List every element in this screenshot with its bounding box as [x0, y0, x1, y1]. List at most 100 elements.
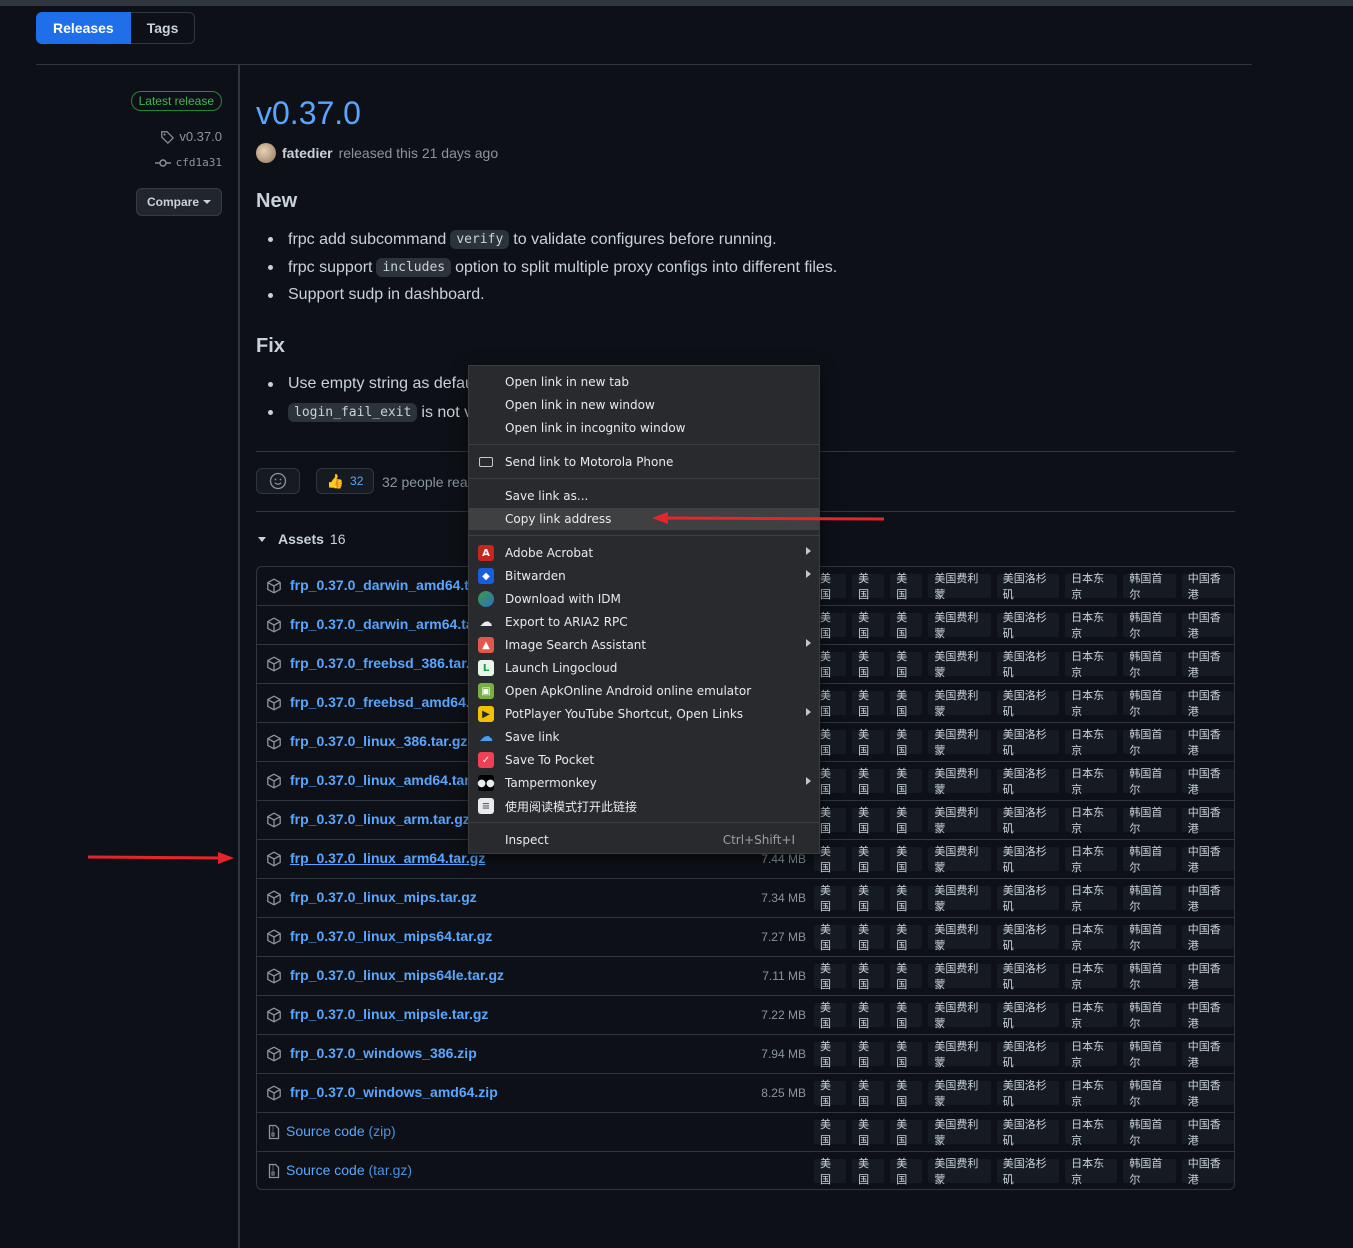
menu-download-idm[interactable]: Download with IDM	[469, 588, 819, 610]
mirror-link[interactable]: 美国费利蒙	[928, 963, 991, 991]
menu-inspect[interactable]: Inspect Ctrl+Shift+I	[469, 829, 819, 851]
mirror-link[interactable]: 美国	[890, 807, 923, 835]
mirror-link[interactable]: 美国	[852, 924, 885, 952]
mirror-link[interactable]: 美国费利蒙	[928, 1119, 991, 1147]
mirror-link[interactable]: 韩国首尔	[1123, 729, 1176, 757]
mirror-link[interactable]: 日本东京	[1065, 1041, 1118, 1069]
mirror-link[interactable]: 韩国首尔	[1123, 846, 1176, 874]
mirror-link[interactable]: 美国	[852, 1119, 885, 1147]
mirror-link[interactable]: 美国费利蒙	[928, 651, 991, 679]
mirror-link[interactable]: 日本东京	[1065, 1080, 1118, 1108]
mirror-link[interactable]: 美国	[852, 729, 885, 757]
mirror-link[interactable]: 韩国首尔	[1123, 885, 1176, 913]
mirror-link[interactable]: 中国香港	[1181, 768, 1234, 796]
menu-reader-mode[interactable]: ≡ 使用阅读模式打开此链接	[469, 795, 819, 817]
mirror-link[interactable]: 美国	[890, 846, 923, 874]
mirror-link[interactable]: 美国	[852, 1002, 885, 1030]
mirror-link[interactable]: 韩国首尔	[1123, 690, 1176, 718]
mirror-link[interactable]: 日本东京	[1065, 768, 1118, 796]
asset-link[interactable]: frp_0.37.0_linux_mips.tar.gz	[290, 889, 477, 905]
menu-export-aria2[interactable]: ☁ Export to ARIA2 RPC	[469, 611, 819, 633]
menu-save-to-pocket[interactable]: ✓ Save To Pocket	[469, 749, 819, 771]
mirror-link[interactable]: 美国	[890, 885, 923, 913]
mirror-link[interactable]: 美国	[890, 963, 923, 991]
mirror-link[interactable]: 中国香港	[1181, 963, 1234, 991]
mirror-link[interactable]: 中国香港	[1181, 573, 1234, 601]
avatar[interactable]	[256, 143, 276, 163]
mirror-link[interactable]: 美国	[890, 612, 923, 640]
menu-open-new-window[interactable]: Open link in new window	[469, 394, 819, 416]
menu-lingocloud[interactable]: L Launch Lingocloud	[469, 657, 819, 679]
asset-link[interactable]: frp_0.37.0_linux_arm.tar.gz	[290, 811, 470, 827]
mirror-link[interactable]: 美国	[852, 885, 885, 913]
mirror-link[interactable]: 日本东京	[1065, 807, 1118, 835]
mirror-link[interactable]: 美国费利蒙	[928, 573, 991, 601]
asset-link[interactable]: frp_0.37.0_darwin_arm64.tar	[290, 616, 479, 632]
menu-save-link[interactable]: ☁ Save link	[469, 726, 819, 748]
mirror-link[interactable]: 美国	[814, 1041, 847, 1069]
mirror-link[interactable]: 日本东京	[1065, 651, 1118, 679]
menu-tampermonkey[interactable]: ●● Tampermonkey	[469, 772, 819, 794]
mirror-link[interactable]: 美国费利蒙	[928, 1080, 991, 1108]
mirror-link[interactable]: 美国费利蒙	[928, 612, 991, 640]
mirror-link[interactable]: 韩国首尔	[1123, 807, 1176, 835]
mirror-link[interactable]: 美国洛杉矶	[996, 729, 1060, 757]
menu-send-to-phone[interactable]: Send link to Motorola Phone	[469, 451, 819, 473]
add-reaction-button[interactable]	[256, 468, 300, 494]
asset-link[interactable]: frp_0.37.0_freebsd_amd64.ta	[290, 694, 482, 710]
mirror-link[interactable]: 美国洛杉矶	[996, 690, 1060, 718]
mirror-link[interactable]: 美国	[814, 1158, 847, 1186]
mirror-link[interactable]: 中国香港	[1181, 1158, 1234, 1186]
menu-save-link-as[interactable]: Save link as...	[469, 485, 819, 507]
mirror-link[interactable]: 日本东京	[1065, 1158, 1118, 1186]
mirror-link[interactable]: 美国	[852, 573, 885, 601]
mirror-link[interactable]: 美国	[852, 846, 885, 874]
mirror-link[interactable]: 日本东京	[1065, 612, 1118, 640]
mirror-link[interactable]: 韩国首尔	[1123, 963, 1176, 991]
mirror-link[interactable]: 韩国首尔	[1123, 1158, 1176, 1186]
mirror-link[interactable]: 美国	[890, 1041, 923, 1069]
mirror-link[interactable]: 美国	[814, 1119, 847, 1147]
mirror-link[interactable]: 中国香港	[1181, 1041, 1234, 1069]
mirror-link[interactable]: 美国	[890, 1119, 923, 1147]
source-code-link[interactable]: Source code (zip)	[286, 1123, 396, 1139]
mirror-link[interactable]: 美国费利蒙	[928, 924, 991, 952]
mirror-link[interactable]: 美国	[890, 924, 923, 952]
asset-link[interactable]: frp_0.37.0_freebsd_386.tar.gz	[290, 655, 485, 671]
mirror-link[interactable]: 韩国首尔	[1123, 1041, 1176, 1069]
asset-link[interactable]: frp_0.37.0_linux_mipsle.tar.gz	[290, 1006, 488, 1022]
mirror-link[interactable]: 中国香港	[1181, 846, 1234, 874]
asset-link[interactable]: frp_0.37.0_linux_mips64le.tar.gz	[290, 967, 504, 983]
mirror-link[interactable]: 美国	[890, 729, 923, 757]
mirror-link[interactable]: 韩国首尔	[1123, 612, 1176, 640]
author-name[interactable]: fatedier	[282, 145, 333, 161]
asset-link[interactable]: frp_0.37.0_darwin_amd64.tar	[290, 577, 482, 593]
mirror-link[interactable]: 美国洛杉矶	[996, 1080, 1060, 1108]
mirror-link[interactable]: 韩国首尔	[1123, 1002, 1176, 1030]
mirror-link[interactable]: 美国	[852, 690, 885, 718]
assets-toggle[interactable]: Assets 16	[258, 531, 346, 547]
mirror-link[interactable]: 中国香港	[1181, 924, 1234, 952]
mirror-link[interactable]: 美国	[890, 1080, 923, 1108]
thumbs-up-reaction[interactable]: 👍 32	[316, 468, 374, 494]
mirror-link[interactable]: 美国洛杉矶	[996, 1002, 1060, 1030]
mirror-link[interactable]: 美国费利蒙	[928, 1041, 991, 1069]
mirror-link[interactable]: 美国费利蒙	[928, 729, 991, 757]
mirror-link[interactable]: 中国香港	[1181, 651, 1234, 679]
menu-open-new-tab[interactable]: Open link in new tab	[469, 371, 819, 393]
mirror-link[interactable]: 美国	[852, 612, 885, 640]
mirror-link[interactable]: 中国香港	[1181, 885, 1234, 913]
asset-link[interactable]: frp_0.37.0_windows_amd64.zip	[290, 1084, 498, 1100]
menu-adobe-acrobat[interactable]: A Adobe Acrobat	[469, 542, 819, 564]
mirror-link[interactable]: 美国洛杉矶	[996, 612, 1060, 640]
mirror-link[interactable]: 美国费利蒙	[928, 885, 991, 913]
mirror-link[interactable]: 日本东京	[1065, 729, 1118, 757]
mirror-link[interactable]: 美国	[852, 651, 885, 679]
mirror-link[interactable]: 美国费利蒙	[928, 690, 991, 718]
mirror-link[interactable]: 美国洛杉矶	[996, 651, 1060, 679]
mirror-link[interactable]: 日本东京	[1065, 1119, 1118, 1147]
mirror-link[interactable]: 日本东京	[1065, 573, 1118, 601]
mirror-link[interactable]: 美国洛杉矶	[996, 1158, 1060, 1186]
mirror-link[interactable]: 中国香港	[1181, 1080, 1234, 1108]
mirror-link[interactable]: 中国香港	[1181, 690, 1234, 718]
